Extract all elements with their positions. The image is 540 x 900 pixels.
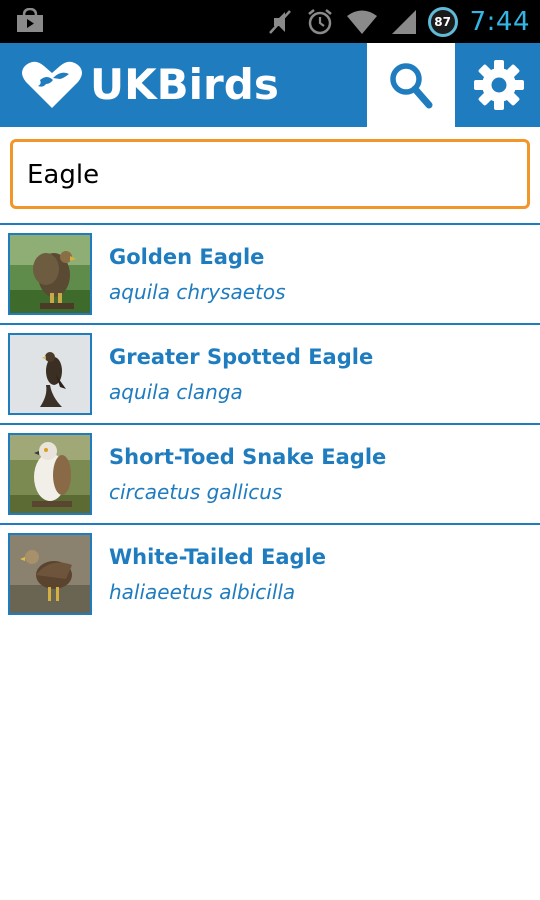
bird-thumbnail <box>8 433 92 515</box>
mute-icon <box>266 8 294 36</box>
list-item[interactable]: Short-Toed Snake Eagle circaetus gallicu… <box>0 425 540 525</box>
signal-icon <box>390 8 418 36</box>
search-icon <box>390 63 433 109</box>
app-title: UKBirds <box>90 60 279 109</box>
battery-icon: 87 <box>427 6 458 37</box>
bird-common-name: Short-Toed Snake Eagle <box>109 445 387 469</box>
heart-bird-logo-icon[interactable] <box>20 60 84 110</box>
bird-latin-name: aquila chrysaetos <box>109 280 286 304</box>
bird-latin-name: circaetus gallicus <box>109 480 283 504</box>
search-input[interactable] <box>27 152 507 198</box>
search-area <box>0 127 540 225</box>
gear-icon <box>474 60 524 110</box>
status-icons: 87 7:44 <box>266 0 530 43</box>
bird-latin-name: aquila clanga <box>109 380 243 404</box>
search-action-button[interactable] <box>367 43 455 127</box>
bird-latin-name: haliaeetus albicilla <box>109 580 296 604</box>
bird-common-name: White-Tailed Eagle <box>109 545 326 569</box>
alarm-icon <box>306 8 334 36</box>
play-store-icon <box>14 7 46 34</box>
app-screen: 87 7:44 UKBirds Eagle Golden Eagle aquil… <box>0 0 540 900</box>
search-field[interactable] <box>10 139 530 209</box>
list-item[interactable]: Golden Eagle aquila chrysaetos <box>0 225 540 325</box>
status-bar: 87 7:44 <box>0 0 540 43</box>
wifi-icon <box>346 8 378 36</box>
bird-common-name: Golden Eagle <box>109 245 265 269</box>
list-item[interactable]: White-Tailed Eagle haliaeetus albicilla <box>0 525 540 623</box>
settings-action-button[interactable] <box>457 43 540 127</box>
bird-list: Golden Eagle aquila chrysaetos Greater S… <box>0 225 540 623</box>
bird-common-name: Greater Spotted Eagle <box>109 345 374 369</box>
bird-thumbnail <box>8 333 92 415</box>
action-bar: UKBirds <box>0 43 540 127</box>
bird-thumbnail <box>8 233 92 315</box>
list-item[interactable]: Greater Spotted Eagle aquila clanga <box>0 325 540 425</box>
bird-thumbnail <box>8 533 92 615</box>
battery-level: 87 <box>434 14 451 29</box>
clock: 7:44 <box>469 6 530 37</box>
